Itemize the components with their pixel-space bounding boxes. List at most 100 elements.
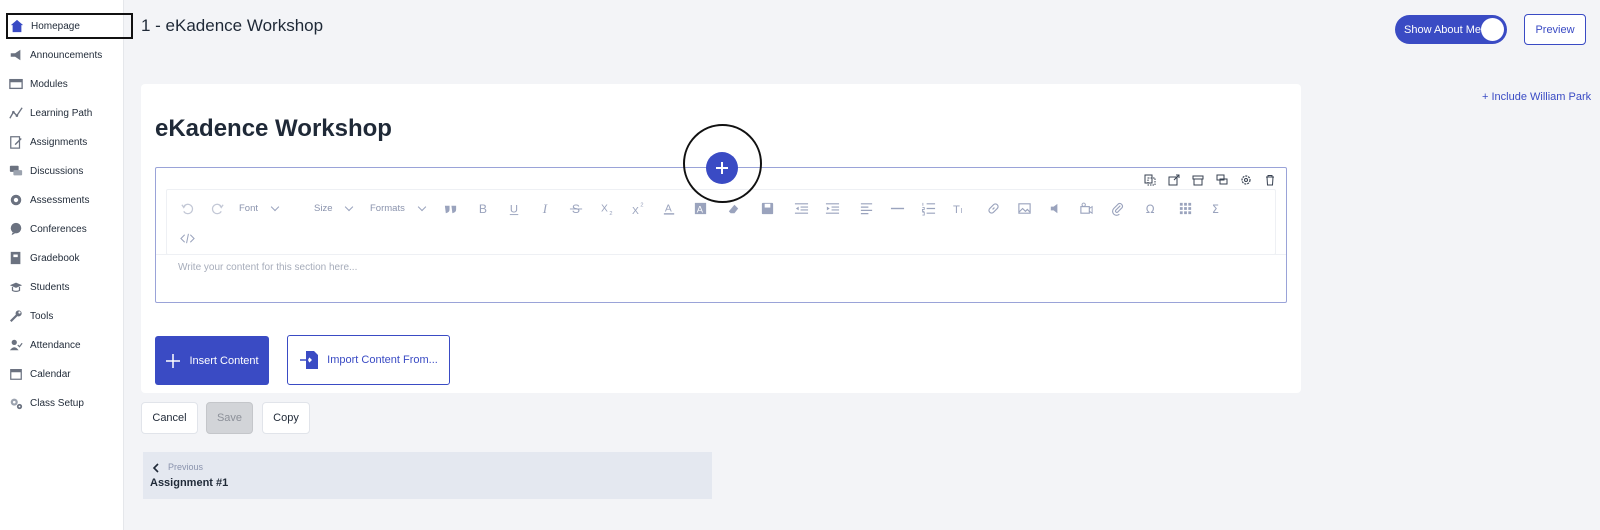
attachment-icon[interactable] bbox=[1109, 200, 1125, 216]
sidebar-item-class-setup[interactable]: Class Setup bbox=[0, 390, 124, 416]
settings-icon[interactable] bbox=[1238, 172, 1254, 188]
align-left-icon[interactable] bbox=[858, 200, 874, 216]
underline-icon[interactable]: U bbox=[506, 200, 522, 216]
sidebar-item-label: Conferences bbox=[30, 223, 87, 235]
editor-content-area[interactable]: Write your content for this section here… bbox=[178, 262, 357, 273]
show-about-me-toggle[interactable]: Show About Me bbox=[1395, 15, 1507, 44]
redo-icon[interactable] bbox=[209, 200, 225, 216]
sidebar-item-conferences[interactable]: Conferences bbox=[0, 216, 124, 242]
import-content-label: Import Content From... bbox=[327, 354, 438, 366]
svg-text:B: B bbox=[478, 202, 486, 216]
sidebar-item-label: Learning Path bbox=[30, 107, 93, 119]
tools-icon bbox=[9, 310, 22, 323]
trash-icon[interactable] bbox=[1262, 172, 1278, 188]
sidebar-item-announcements[interactable]: Announcements bbox=[0, 42, 124, 68]
svg-text:I: I bbox=[541, 201, 547, 216]
undo-icon[interactable] bbox=[179, 200, 195, 216]
export-icon[interactable] bbox=[1166, 172, 1182, 188]
toolbar-divider bbox=[156, 254, 1286, 255]
svg-text:U: U bbox=[509, 203, 517, 215]
svg-text:A: A bbox=[696, 204, 703, 214]
sidebar-item-label: Assignments bbox=[30, 136, 88, 148]
sidebar-item-label: Calendar bbox=[30, 368, 71, 380]
text-size-icon[interactable]: TI bbox=[951, 200, 967, 216]
sidebar-item-attendance[interactable]: Attendance bbox=[0, 332, 124, 358]
sidebar-item-label: Assessments bbox=[30, 194, 90, 206]
plus-icon bbox=[716, 162, 728, 174]
section-title[interactable]: eKadence Workshop bbox=[155, 115, 392, 143]
indent-icon[interactable] bbox=[824, 200, 840, 216]
table-icon[interactable] bbox=[1177, 200, 1193, 216]
discussion-icon bbox=[9, 165, 23, 176]
text-color-icon[interactable]: A bbox=[661, 200, 677, 216]
source-code-icon[interactable] bbox=[179, 230, 195, 246]
sidebar-item-students[interactable]: Students bbox=[0, 274, 124, 300]
sidebar-item-label: Homepage bbox=[31, 20, 80, 32]
copy-button[interactable]: Copy bbox=[262, 402, 310, 434]
calendar-icon bbox=[10, 369, 22, 380]
insert-content-label: Insert Content bbox=[189, 354, 259, 367]
sidebar-item-label: Tools bbox=[30, 310, 54, 322]
sidebar-item-calendar[interactable]: Calendar bbox=[0, 361, 124, 387]
font-select[interactable]: Font bbox=[239, 200, 299, 216]
conference-icon bbox=[10, 222, 22, 236]
import-content-button[interactable]: Import Content From... bbox=[287, 335, 450, 385]
archive-icon[interactable] bbox=[1190, 172, 1206, 188]
sidebar-item-label: Announcements bbox=[30, 49, 103, 61]
sidebar-item-homepage[interactable]: Homepage bbox=[6, 13, 133, 39]
save-draft-icon[interactable] bbox=[759, 200, 775, 216]
add-section-button[interactable] bbox=[706, 152, 738, 184]
include-user-link[interactable]: + Include William Park bbox=[1482, 91, 1591, 103]
svg-text:X: X bbox=[600, 203, 607, 214]
comments-icon[interactable] bbox=[1214, 172, 1230, 188]
svg-text:A: A bbox=[664, 203, 671, 214]
sidebar-item-label: Attendance bbox=[30, 339, 81, 351]
gradebook-icon bbox=[10, 251, 21, 265]
sidebar-item-gradebook[interactable]: Gradebook bbox=[0, 245, 124, 271]
audio-icon[interactable] bbox=[1047, 200, 1063, 216]
size-select[interactable]: Size bbox=[314, 200, 360, 216]
sidebar-item-label: Discussions bbox=[30, 165, 84, 177]
numbered-list-icon[interactable] bbox=[920, 200, 936, 216]
special-character-icon[interactable]: Ω bbox=[1143, 200, 1159, 216]
chevron-left-icon bbox=[152, 463, 159, 473]
save-button[interactable]: Save bbox=[206, 402, 253, 434]
blockquote-icon[interactable] bbox=[442, 200, 458, 216]
svg-text:2: 2 bbox=[640, 202, 643, 208]
cancel-button[interactable]: Cancel bbox=[141, 402, 198, 434]
svg-text:2: 2 bbox=[609, 211, 612, 216]
highlight-icon[interactable]: A bbox=[692, 200, 708, 216]
preview-button[interactable]: Preview bbox=[1524, 14, 1586, 45]
formats-select[interactable]: Formats bbox=[370, 200, 426, 216]
outdent-icon[interactable] bbox=[793, 200, 809, 216]
svg-text:T: T bbox=[952, 204, 959, 216]
sidebar-item-assignments[interactable]: Assignments bbox=[0, 129, 124, 155]
italic-icon[interactable]: I bbox=[537, 200, 553, 216]
sidebar-item-tools[interactable]: Tools bbox=[0, 303, 124, 329]
sidebar-item-modules[interactable]: Modules bbox=[0, 71, 124, 97]
section-actions bbox=[1142, 172, 1278, 188]
previous-page-link[interactable]: Previous Assignment #1 bbox=[143, 452, 712, 499]
assignment-icon bbox=[10, 136, 22, 149]
duplicate-icon[interactable] bbox=[1142, 172, 1158, 188]
video-icon[interactable] bbox=[1078, 200, 1094, 216]
image-icon[interactable] bbox=[1016, 200, 1032, 216]
insert-content-button[interactable]: Insert Content bbox=[155, 336, 269, 385]
sidebar-item-assessments[interactable]: Assessments bbox=[0, 187, 124, 213]
megaphone-icon bbox=[10, 49, 21, 61]
link-icon[interactable] bbox=[985, 200, 1001, 216]
svg-text:Σ: Σ bbox=[1211, 203, 1218, 216]
strikethrough-icon[interactable]: S bbox=[568, 200, 584, 216]
bold-icon[interactable]: B bbox=[475, 200, 491, 216]
home-icon bbox=[10, 19, 24, 33]
sidebar-item-label: Class Setup bbox=[30, 397, 84, 409]
horizontal-rule-icon[interactable] bbox=[889, 200, 905, 216]
superscript-icon[interactable]: X2 bbox=[630, 200, 646, 216]
sidebar-item-learning-path[interactable]: Learning Path bbox=[0, 100, 124, 126]
attendance-icon bbox=[9, 339, 23, 351]
previous-title: Assignment #1 bbox=[150, 477, 229, 489]
formula-icon[interactable]: Σ bbox=[1208, 200, 1224, 216]
sidebar-item-label: Modules bbox=[30, 78, 68, 90]
subscript-icon[interactable]: X2 bbox=[599, 200, 615, 216]
sidebar-item-discussions[interactable]: Discussions bbox=[0, 158, 124, 184]
